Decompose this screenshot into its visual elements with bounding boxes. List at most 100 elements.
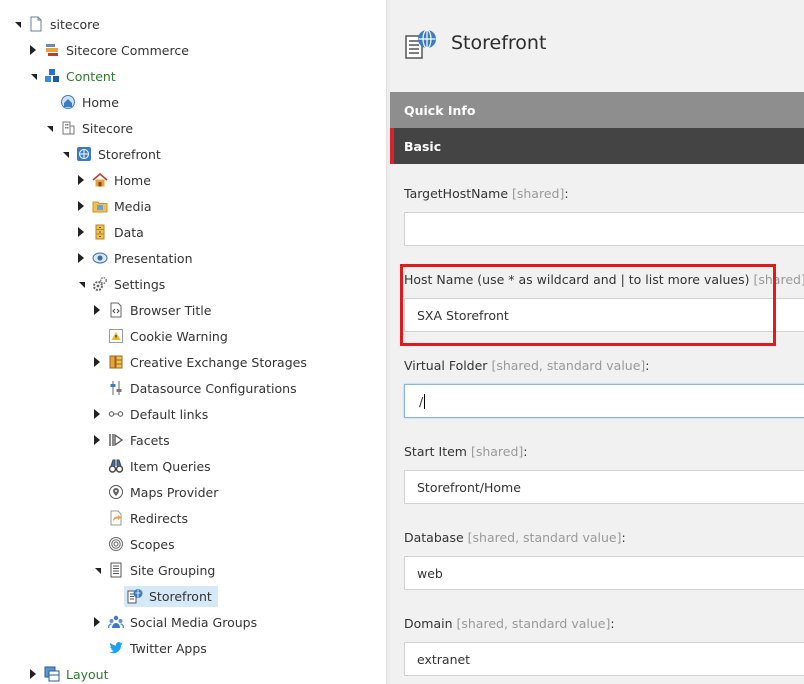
tree-item-maps-provider[interactable]: Maps Provider: [90, 481, 220, 503]
tree-item-site-grouping-storefront[interactable]: Storefront: [106, 585, 218, 607]
tree-item-social-media-groups[interactable]: Social Media Groups: [90, 611, 259, 633]
field-label-database: Database [shared, standard value]:: [404, 530, 626, 545]
tree-item-label: Sitecore Commerce: [66, 42, 189, 58]
tree-item-label: Social Media Groups: [130, 614, 258, 630]
redirect-icon: [108, 510, 124, 526]
content-cubes-icon: [44, 68, 60, 84]
tree-item-datasource-configurations[interactable]: Datasource Configurations: [90, 377, 299, 399]
field-label-start-item: Start Item [shared]:: [404, 444, 528, 459]
tree-item-layout[interactable]: Layout: [26, 663, 111, 684]
tree-item-settings[interactable]: Settings: [74, 273, 167, 295]
collapse-arrow-icon[interactable]: [90, 563, 104, 577]
code-page-icon: [108, 302, 124, 318]
tree-item-storefront-home[interactable]: Home: [74, 169, 153, 191]
field-label-host-name: Host Name (use * as wildcard and | to li…: [404, 272, 804, 287]
tree-item-scopes[interactable]: Scopes: [90, 533, 177, 555]
tree-item-sitecore[interactable]: sitecore: [10, 13, 102, 35]
tree-item-label: Item Queries: [130, 458, 211, 474]
warning-icon: [108, 328, 124, 344]
tree-item-site-grouping[interactable]: Site Grouping: [90, 559, 217, 581]
field-label-target-host-name: TargetHostName [shared]:: [404, 186, 569, 201]
people-group-icon: [108, 614, 124, 630]
tree-item-label: Storefront: [149, 588, 212, 604]
tree-item-sitecore-commerce[interactable]: Sitecore Commerce: [26, 39, 191, 61]
expand-arrow-icon[interactable]: [74, 225, 88, 239]
field-label-domain: Domain [shared, standard value]:: [404, 616, 615, 631]
twitter-bird-icon: [108, 640, 124, 656]
collapse-arrow-icon[interactable]: [26, 69, 40, 83]
tree-item-storefront[interactable]: Storefront: [58, 143, 163, 165]
tree-item-label: Cookie Warning: [130, 328, 228, 344]
tree-item-redirects[interactable]: Redirects: [90, 507, 190, 529]
collapse-arrow-icon[interactable]: [42, 121, 56, 135]
tree-item-label: Maps Provider: [130, 484, 219, 500]
page-title: Storefront: [451, 32, 547, 54]
item-editor: Storefront Quick Info Basic TargetHostNa…: [390, 0, 804, 684]
expand-arrow-icon[interactable]: [74, 251, 88, 265]
tree-item-label: Creative Exchange Storages: [130, 354, 307, 370]
tree-item-label: Facets: [130, 432, 170, 448]
binoculars-icon: [108, 458, 124, 474]
link-icon: [108, 406, 124, 422]
tree-item-data[interactable]: Data: [74, 221, 146, 243]
tree-item-label: sitecore: [50, 16, 100, 32]
expand-arrow-icon[interactable]: [74, 173, 88, 187]
tree-item-media[interactable]: Media: [74, 195, 154, 217]
target-host-name-input[interactable]: [404, 212, 804, 246]
expand-arrow-icon[interactable]: [26, 667, 40, 681]
tree-item-twitter-apps[interactable]: Twitter Apps: [90, 637, 209, 659]
tree-item-presentation[interactable]: Presentation: [74, 247, 195, 269]
section-label: Quick Info: [404, 102, 476, 118]
start-item-input[interactable]: Storefront/Home: [404, 470, 804, 504]
site-definition-icon: [404, 28, 438, 62]
expand-arrow-icon[interactable]: [90, 355, 104, 369]
tree-item-label: Settings: [114, 276, 166, 292]
tree-item-content[interactable]: Content: [26, 65, 118, 87]
layout-icon: [44, 666, 60, 682]
tree-item-browser-title[interactable]: Browser Title: [90, 299, 213, 321]
host-name-input[interactable]: SXA Storefront: [404, 298, 804, 332]
expand-arrow-icon[interactable]: [26, 43, 40, 57]
tree-item-label: Twitter Apps: [130, 640, 207, 656]
tree-item-cookie-warning[interactable]: Cookie Warning: [90, 325, 230, 347]
tree-item-label: Layout: [66, 666, 109, 682]
domain-input[interactable]: extranet: [404, 642, 804, 676]
eye-icon: [92, 250, 108, 266]
expand-arrow-icon[interactable]: [90, 433, 104, 447]
tree-item-facets[interactable]: Facets: [90, 429, 172, 451]
config-sliders-icon: [108, 380, 124, 396]
tree-item-label: Datasource Configurations: [130, 380, 297, 396]
tree-item-label: Browser Title: [130, 302, 212, 318]
scopes-rings-icon: [108, 536, 124, 552]
storage-cabinet-icon: [108, 354, 124, 370]
site-globe-icon: [76, 146, 92, 162]
site-definition-icon: [127, 588, 143, 604]
tree-item-creative-exchange-storages[interactable]: Creative Exchange Storages: [90, 351, 309, 373]
tree-item-sitecore-tenant[interactable]: Sitecore: [42, 117, 135, 139]
collapse-arrow-icon[interactable]: [58, 147, 72, 161]
section-basic[interactable]: Basic: [390, 128, 804, 164]
collapse-arrow-icon[interactable]: [74, 277, 88, 291]
tree-item-item-queries[interactable]: Item Queries: [90, 455, 213, 477]
expand-arrow-icon[interactable]: [90, 303, 104, 317]
tree-item-label: Default links: [130, 406, 209, 422]
section-quick-info[interactable]: Quick Info: [390, 92, 804, 128]
expand-arrow-icon[interactable]: [90, 615, 104, 629]
document-icon: [28, 16, 44, 32]
tree-item-home[interactable]: Home: [42, 91, 121, 113]
tree-item-label: Data: [114, 224, 144, 240]
tree-item-label: Media: [114, 198, 152, 214]
tree-item-default-links[interactable]: Default links: [90, 403, 210, 425]
gears-icon: [92, 276, 108, 292]
expand-arrow-icon[interactable]: [90, 407, 104, 421]
selected-item-highlight[interactable]: Storefront: [124, 585, 218, 607]
tree-item-label: Home: [82, 94, 119, 110]
commerce-icon: [44, 42, 60, 58]
building-icon: [60, 120, 76, 136]
virtual-folder-input[interactable]: /: [404, 384, 804, 418]
tree-item-label: Presentation: [114, 250, 193, 266]
expand-arrow-icon[interactable]: [74, 199, 88, 213]
database-input[interactable]: web: [404, 556, 804, 590]
collapse-arrow-icon[interactable]: [10, 17, 24, 31]
data-cabinet-icon: [92, 224, 108, 240]
